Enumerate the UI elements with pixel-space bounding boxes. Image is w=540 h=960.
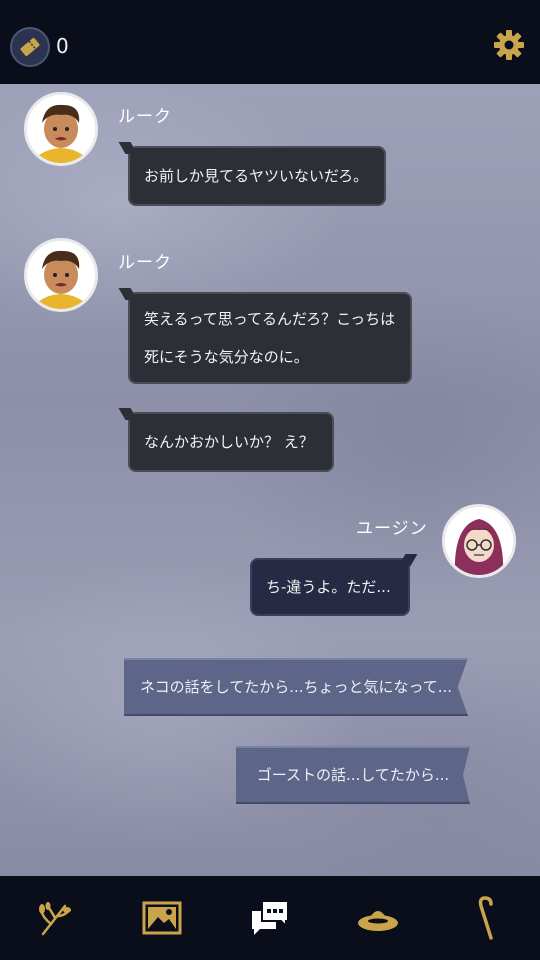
- message-bubble: 笑えるって思ってるんだろ？こっちは 死にそうな気分なのに。: [128, 292, 412, 384]
- choice-text: ゴーストの話...してたから...: [256, 766, 450, 784]
- message-text: 死にそうな気分なのに。: [144, 348, 309, 366]
- gear-icon[interactable]: [492, 28, 526, 62]
- message-bubble: お前しか見てるヤツいないだろ。: [128, 146, 386, 206]
- avatar-luke: [24, 238, 98, 312]
- message-text: 笑えるって思ってるんだろ？こっちは: [144, 310, 396, 328]
- message-bubble: なんかおかしいか？ え？: [128, 412, 334, 472]
- message-text: お前しか見てるヤツいないだろ。: [144, 167, 369, 185]
- top-bar: 0: [0, 0, 540, 84]
- speaker-name: ルーク: [118, 107, 172, 127]
- speaker-name: ユージン: [356, 519, 428, 539]
- hat-icon[interactable]: [351, 891, 405, 945]
- choice-button[interactable]: ネコの話をしてたから...ちょっと気になって...: [124, 658, 468, 716]
- message-bubble: ち-違うよ。ただ...: [250, 558, 410, 616]
- avatar-eugene: [442, 504, 516, 578]
- chat-icon[interactable]: [243, 891, 297, 945]
- choice-button[interactable]: ゴーストの話...してたから...: [236, 746, 470, 804]
- chat-area[interactable]: ルーク お前しか見てるヤツいないだろ。 ルーク 笑えるって思ってるんだろ？こっち…: [0, 84, 540, 876]
- bottom-nav: [0, 876, 540, 960]
- avatar-luke: [24, 92, 98, 166]
- message-text: ち-違うよ。ただ...: [266, 578, 391, 596]
- ticket-count: 0: [56, 34, 69, 58]
- picture-icon[interactable]: [135, 891, 189, 945]
- choice-text: ネコの話をしてたから...ちょっと気になって...: [139, 678, 453, 696]
- speaker-name: ルーク: [118, 253, 172, 273]
- message-text: なんかおかしいか？ え？: [144, 433, 314, 451]
- herb-icon[interactable]: [27, 891, 81, 945]
- cane-icon[interactable]: [459, 891, 513, 945]
- ticket-icon[interactable]: [10, 27, 50, 67]
